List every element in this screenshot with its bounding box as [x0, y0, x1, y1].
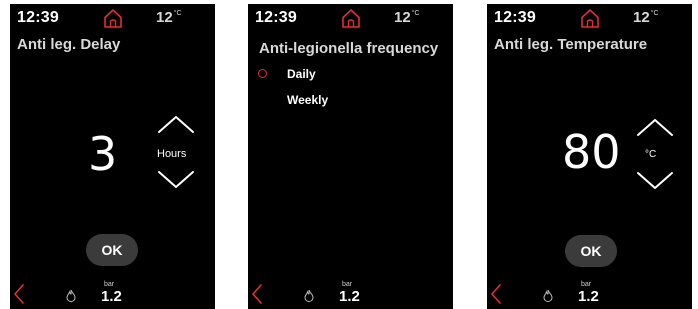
- clock: 12:39: [17, 9, 59, 26]
- bottom-bar: bar 1.2: [248, 279, 453, 309]
- pressure-unit: bar: [581, 281, 592, 288]
- clock: 12:39: [255, 9, 297, 26]
- delay-value: 3: [88, 127, 118, 181]
- option-label: Daily: [287, 67, 316, 81]
- pressure-value: 1.2: [101, 288, 122, 305]
- temperature-value: 80: [562, 125, 621, 179]
- radio-selected-icon: [258, 69, 267, 78]
- status-bar: 12:39 12°C: [487, 4, 692, 30]
- back-arrow-icon[interactable]: [251, 283, 263, 305]
- home-icon[interactable]: [340, 7, 362, 29]
- outside-temperature-unit: °C: [173, 10, 182, 17]
- ok-button[interactable]: OK: [565, 235, 617, 267]
- outside-temperature: 12°C: [156, 9, 182, 26]
- back-arrow-icon[interactable]: [13, 283, 25, 305]
- flame-icon: [66, 289, 76, 302]
- option-label: Weekly: [287, 93, 329, 107]
- page-title: Anti leg. Temperature: [494, 36, 648, 53]
- home-icon[interactable]: [102, 7, 124, 29]
- flame-icon: [304, 289, 314, 302]
- outside-temperature-unit: °C: [650, 10, 659, 17]
- outside-temperature: 12°C: [394, 9, 420, 26]
- pressure-value: 1.2: [578, 288, 599, 305]
- outside-temperature-value: 12: [156, 9, 173, 26]
- chevron-down-icon[interactable]: [635, 170, 675, 192]
- bottom-bar: bar 1.2: [10, 279, 215, 309]
- chevron-up-icon[interactable]: [635, 116, 675, 138]
- bottom-bar: bar 1.2: [487, 279, 692, 309]
- unit-label: °C: [645, 149, 657, 160]
- screen-anti-leg-delay: 12:39 12°C Anti leg. Delay 3 Hours OK ba…: [10, 4, 215, 309]
- chevron-down-icon[interactable]: [156, 169, 196, 191]
- pressure-unit: bar: [342, 281, 353, 288]
- screen-anti-legionella-frequency: 12:39 12°C Anti-legionella frequency Dai…: [248, 4, 453, 309]
- page-title: Anti-legionella frequency: [259, 40, 439, 57]
- back-arrow-icon[interactable]: [490, 283, 502, 305]
- screen-anti-leg-temperature: 12:39 12°C Anti leg. Temperature 80 °C O…: [487, 4, 692, 309]
- pressure-value: 1.2: [339, 288, 360, 305]
- status-bar: 12:39 12°C: [248, 4, 453, 30]
- ok-button[interactable]: OK: [86, 234, 138, 266]
- unit-label: Hours: [157, 148, 187, 160]
- outside-temperature-unit: °C: [411, 10, 420, 17]
- home-icon[interactable]: [579, 7, 601, 29]
- pressure-unit: bar: [104, 281, 115, 288]
- outside-temperature-value: 12: [394, 9, 411, 26]
- page-title: Anti leg. Delay: [17, 36, 121, 53]
- chevron-up-icon[interactable]: [156, 113, 196, 135]
- outside-temperature: 12°C: [633, 9, 659, 26]
- outside-temperature-value: 12: [633, 9, 650, 26]
- clock: 12:39: [494, 9, 536, 26]
- flame-icon: [543, 289, 553, 302]
- status-bar: 12:39 12°C: [10, 4, 215, 30]
